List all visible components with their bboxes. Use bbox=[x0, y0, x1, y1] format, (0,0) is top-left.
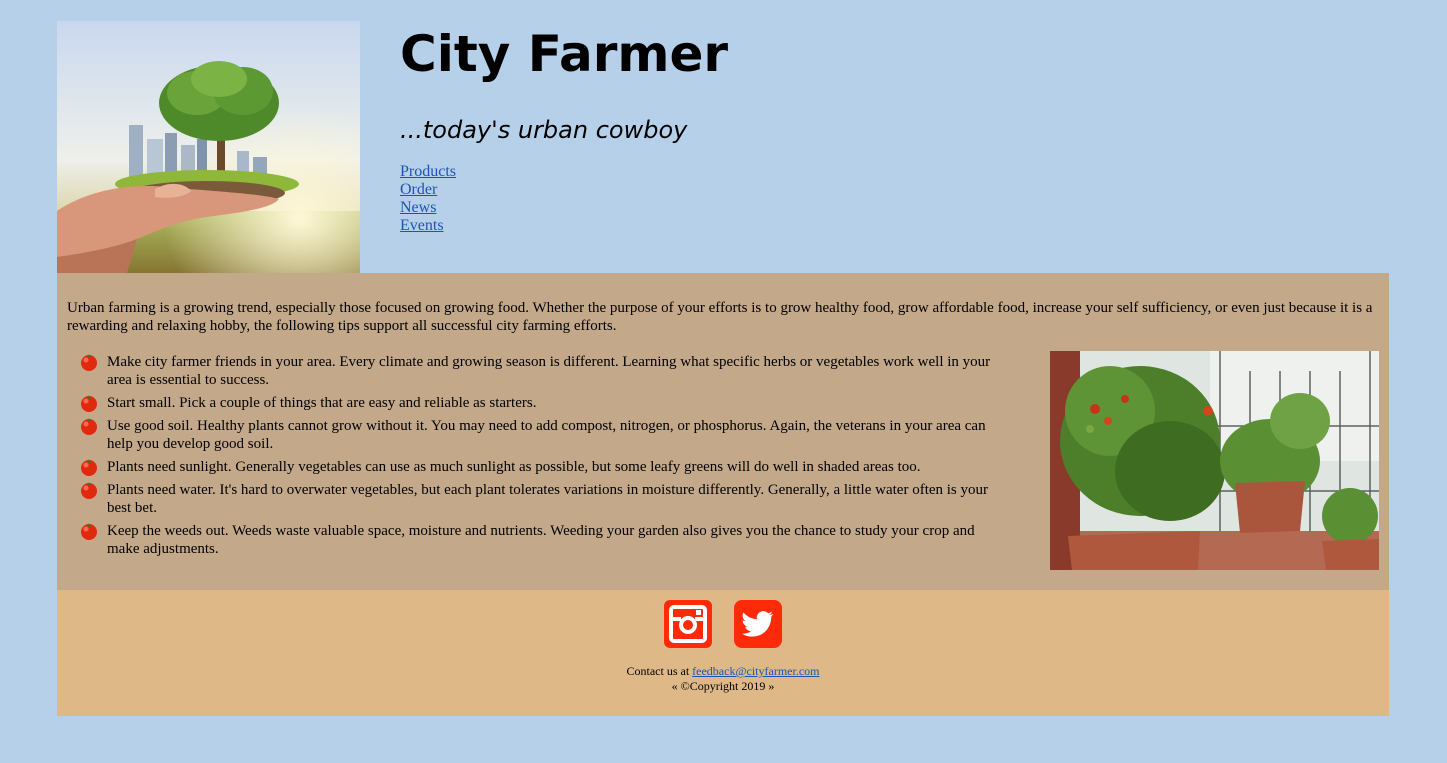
footer: Contact us at feedback@cityfarmer.com « … bbox=[57, 590, 1389, 716]
balcony-garden-image bbox=[1050, 351, 1379, 570]
nav-products-link[interactable]: Products bbox=[400, 163, 456, 181]
tip-text: Start small. Pick a couple of things tha… bbox=[107, 395, 537, 411]
list-item: Start small. Pick a couple of things tha… bbox=[79, 394, 1009, 412]
list-item: Plants need water. It's hard to overwate… bbox=[79, 481, 1009, 517]
contact-block: Contact us at feedback@cityfarmer.com « … bbox=[57, 664, 1389, 694]
copyright: « ©Copyright 2019 » bbox=[671, 679, 775, 693]
site-title: City Farmer bbox=[400, 25, 729, 83]
list-item: Make city farmer friends in your area. E… bbox=[79, 353, 1009, 389]
tomato-icon bbox=[81, 395, 97, 412]
instagram-link[interactable] bbox=[664, 600, 712, 648]
contact-prefix: Contact us at bbox=[626, 664, 690, 678]
tomato-icon bbox=[81, 354, 97, 371]
hero-image bbox=[57, 21, 360, 273]
twitter-icon bbox=[734, 600, 782, 648]
contact-line: Contact us at feedback@cityfarmer.com bbox=[57, 664, 1389, 679]
tomato-icon bbox=[81, 482, 97, 499]
main-content: Urban farming is a growing trend, especi… bbox=[57, 273, 1389, 590]
list-item: Use good soil. Healthy plants cannot gro… bbox=[79, 417, 1009, 453]
nav-news-link[interactable]: News bbox=[400, 199, 456, 217]
tomato-icon bbox=[81, 459, 97, 476]
tip-text: Keep the weeds out. Weeds waste valuable… bbox=[107, 523, 975, 557]
list-item: Keep the weeds out. Weeds waste valuable… bbox=[79, 522, 1009, 558]
tip-text: Plants need sunlight. Generally vegetabl… bbox=[107, 459, 921, 475]
tagline: ...today's urban cowboy bbox=[400, 116, 688, 144]
instagram-icon bbox=[664, 600, 712, 648]
page-container: City Farmer ...today's urban cowboy Prod… bbox=[57, 21, 1389, 716]
nav-events-link[interactable]: Events bbox=[400, 217, 456, 235]
tips-list: Make city farmer friends in your area. E… bbox=[79, 353, 1009, 563]
nav-order-link[interactable]: Order bbox=[400, 181, 456, 199]
tip-text: Plants need water. It's hard to overwate… bbox=[107, 482, 989, 516]
main-nav: Products Order News Events bbox=[400, 163, 456, 235]
tomato-icon bbox=[81, 523, 97, 540]
tomato-icon bbox=[81, 418, 97, 435]
intro-paragraph: Urban farming is a growing trend, especi… bbox=[67, 300, 1373, 334]
twitter-link[interactable] bbox=[734, 600, 782, 648]
list-item: Plants need sunlight. Generally vegetabl… bbox=[79, 458, 1009, 476]
email-link[interactable]: feedback@cityfarmer.com bbox=[692, 664, 819, 678]
tip-text: Make city farmer friends in your area. E… bbox=[107, 354, 991, 388]
tip-text: Use good soil. Healthy plants cannot gro… bbox=[107, 418, 986, 452]
header: City Farmer ...today's urban cowboy Prod… bbox=[57, 21, 1389, 273]
